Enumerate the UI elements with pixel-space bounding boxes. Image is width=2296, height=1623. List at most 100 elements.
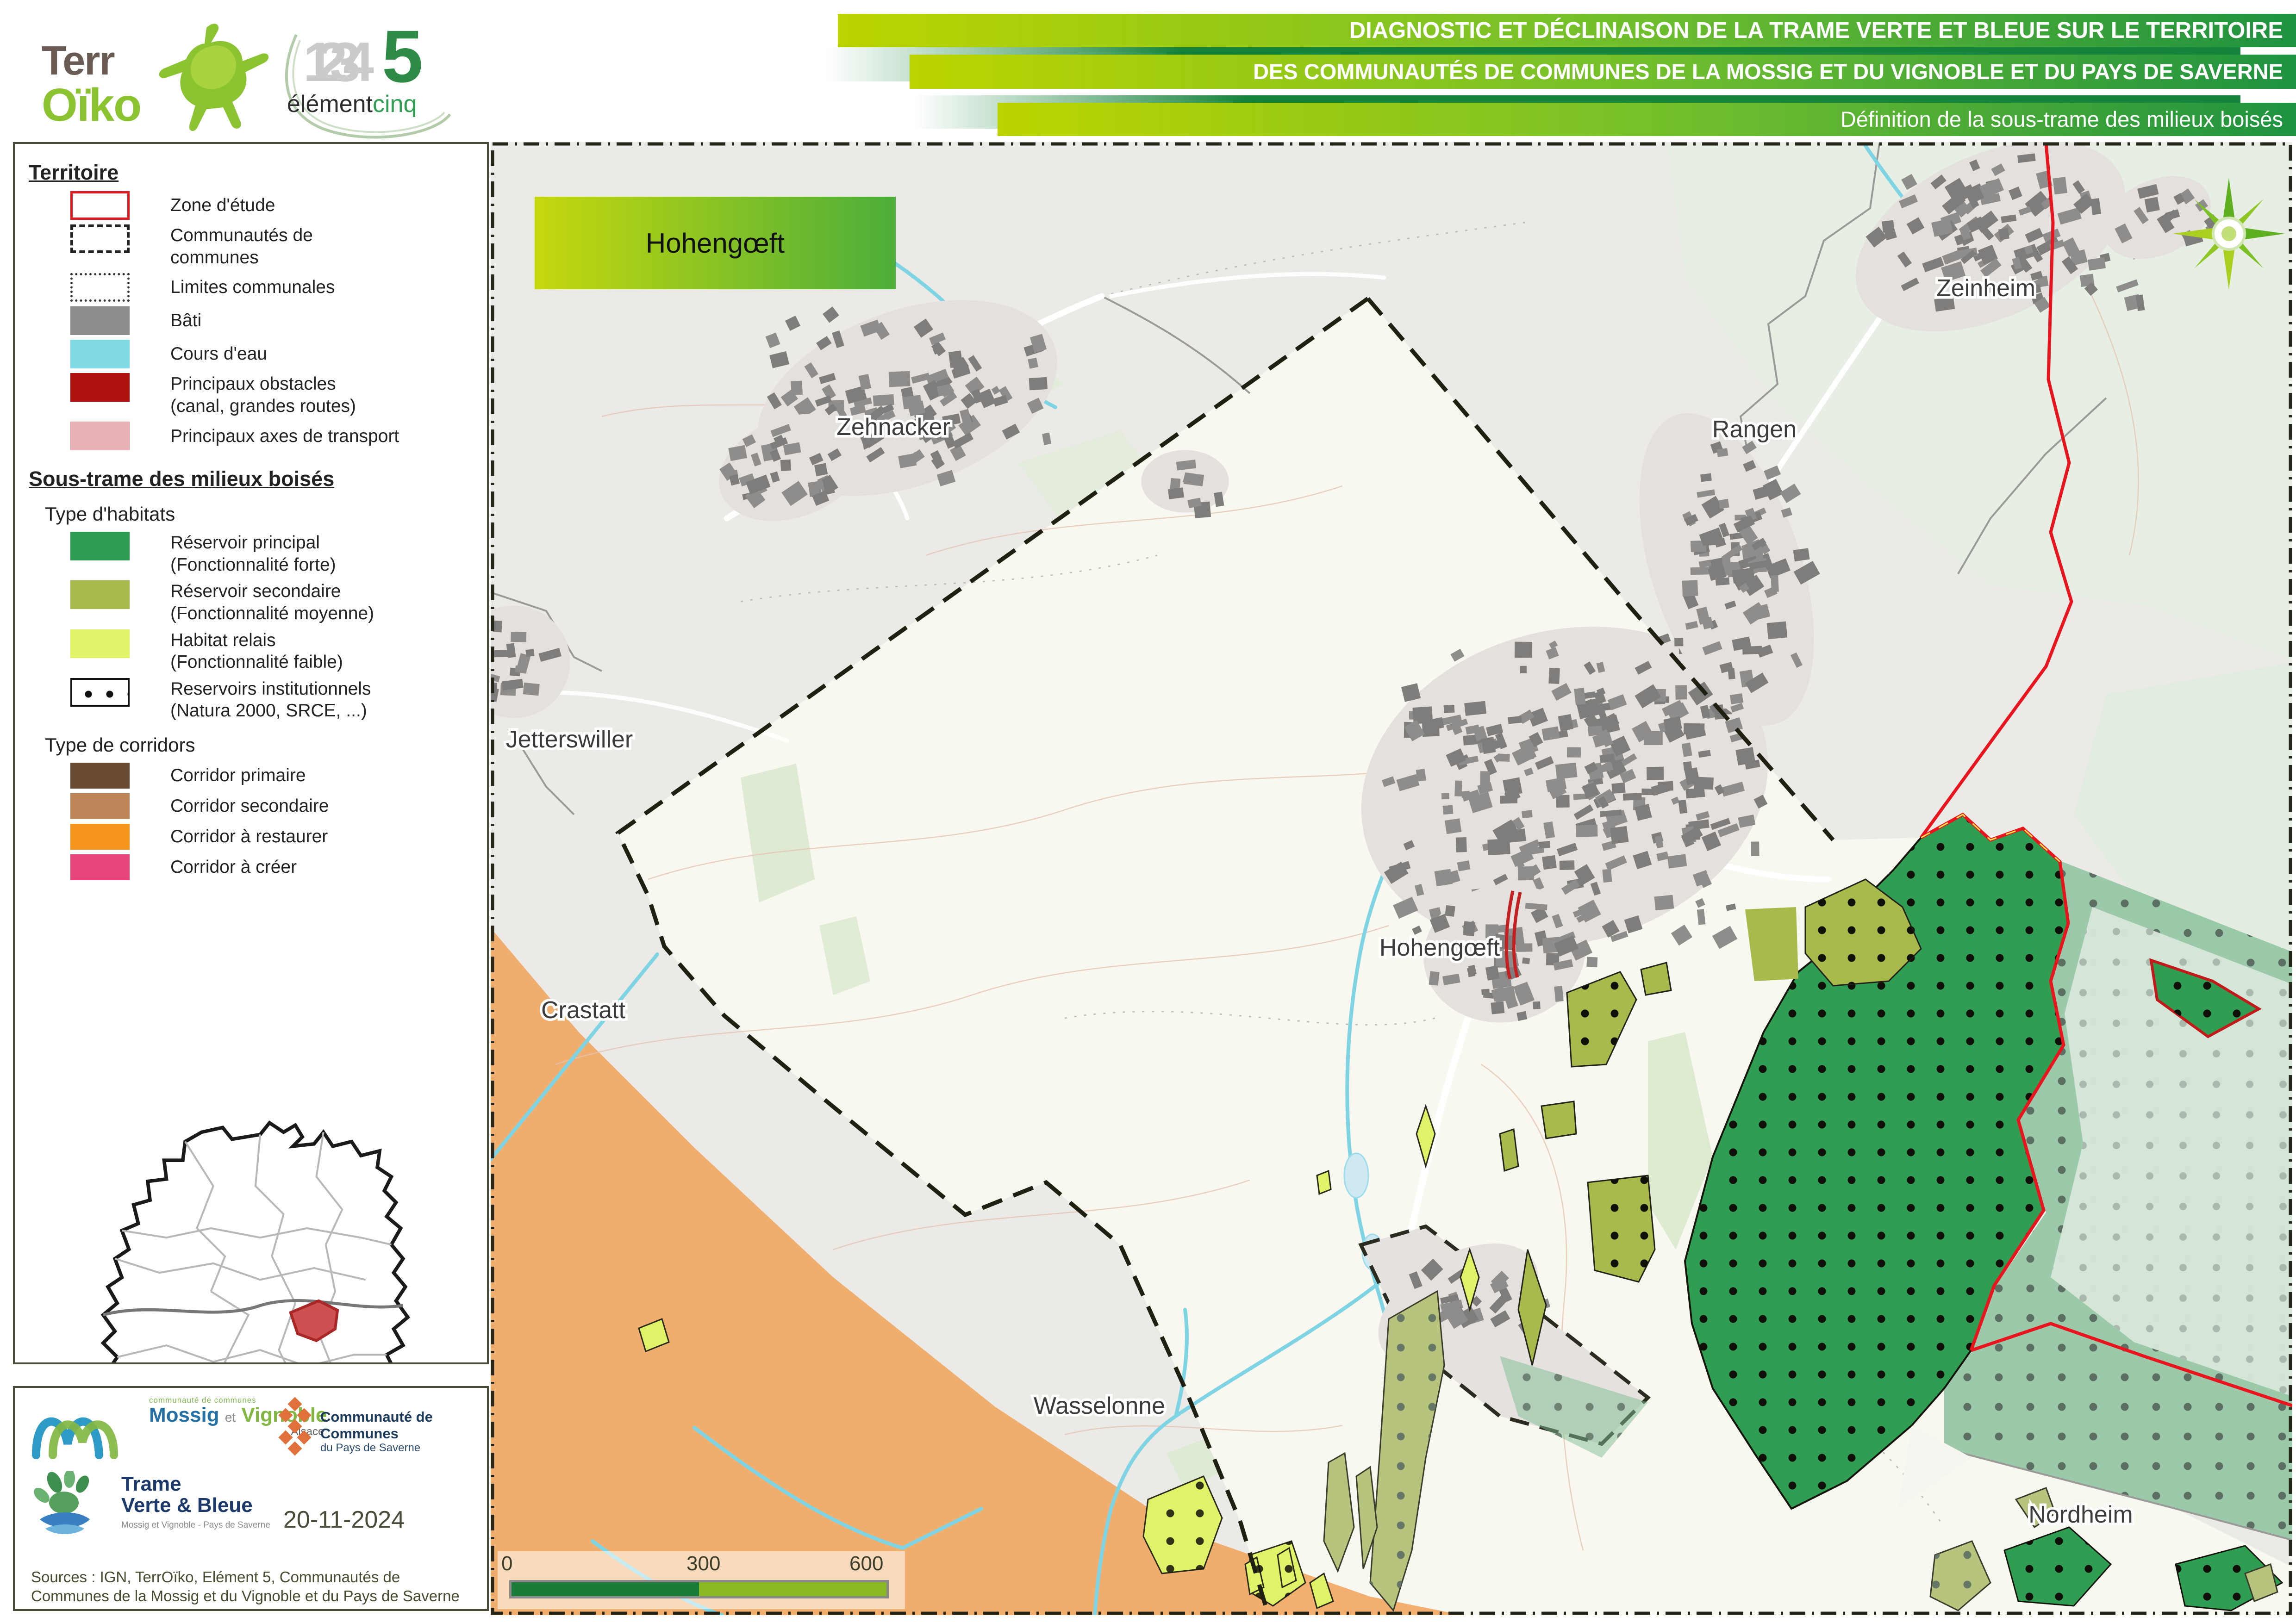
et-word: et — [225, 1410, 236, 1424]
legend-item-obstacles: Principaux obstacles(canal, grandes rout… — [70, 373, 487, 417]
bati-swatch — [70, 306, 130, 335]
terroiko-terr-text: Terr — [42, 37, 114, 84]
legend-item-corridor-restaurer: Corridor à restaurer — [70, 824, 487, 850]
title-banner-1: DIAGNOSTIC ET DÉCLINAISON DE LA TRAME VE… — [838, 14, 2296, 47]
element-cinq-swoosh-icon — [268, 25, 472, 146]
banner1-text: DIAGNOSTIC ET DÉCLINAISON DE LA TRAME VE… — [838, 14, 2296, 47]
legend-label2: (Fonctionnalité forte) — [170, 554, 336, 576]
legend-item-cours-eau: Cours d'eau — [70, 340, 487, 368]
corridor-creer-swatch — [70, 854, 130, 880]
legend-soustrame-title: Sous-trame des milieux boisés — [29, 467, 487, 491]
zone-etude-swatch — [70, 191, 130, 220]
limites-swatch — [70, 273, 130, 302]
legend-panel: Territoire Zone d'étude Communautés deco… — [13, 142, 489, 1364]
scale-300: 300 — [686, 1552, 720, 1575]
banner2-text: DES COMMUNAUTÉS DE COMMUNES DE LA MOSSIG… — [910, 55, 2296, 89]
banner3-text: Définition de la sous-trame des milieux … — [998, 103, 2296, 136]
title-banner-3: Définition de la sous-trame des milieux … — [998, 103, 2296, 136]
legend-item-corridor-primaire: Corridor primaire — [70, 763, 487, 789]
legend-item-reservoirs-institutionnels: Reservoirs institutionnels(Natura 2000, … — [70, 678, 487, 722]
legend-item-corridor-secondaire: Corridor secondaire — [70, 793, 487, 819]
element-word: élément — [287, 91, 373, 118]
label-zehnacker: Zehnacker — [836, 414, 950, 441]
frog-icon — [153, 19, 273, 134]
territory-outline — [103, 1123, 408, 1364]
label-rangen: Rangen — [1712, 416, 1797, 443]
label-hohengoeft: Hohengœft — [1379, 934, 1500, 961]
element-cinq-wordmark: élémentcinq — [287, 90, 417, 118]
legend-label: Principaux obstacles — [170, 373, 356, 395]
legend-label: Corridor secondaire — [170, 795, 329, 817]
label-zeinheim: Zeinheim — [1936, 275, 2035, 302]
tvb-line1: Trame — [121, 1474, 270, 1495]
terroiko-oiko-text: Oïko — [42, 79, 141, 132]
corridor-primaire-swatch — [70, 763, 130, 789]
legend-label: Zone d'étude — [170, 194, 275, 217]
legend-corridors-title: Type de corridors — [45, 734, 487, 756]
compass-rose-icon — [2171, 176, 2287, 292]
corridor-restaurer-swatch — [70, 824, 130, 850]
overview-inset-map — [84, 1116, 436, 1364]
scale-bar: 0 300 600 m — [498, 1551, 905, 1609]
tvb-subtitle: Mossig et Vignoble - Pays de Saverne — [121, 1521, 270, 1530]
sources-note: Sources : IGN, TerrOïko, Elément 5, Comm… — [31, 1567, 471, 1606]
legend-territoire-title: Territoire — [29, 161, 487, 185]
element-cinq-five: 5 — [382, 14, 423, 99]
tvb-line2: Verte & Bleue — [121, 1495, 270, 1516]
credits-panel: communauté de communes Mossig et Vignobl… — [13, 1386, 489, 1611]
mossig-vignoble-logo-icon — [29, 1399, 140, 1460]
trame-verte-bleue-logo-icon — [29, 1471, 112, 1541]
mossig-word: Mossig — [149, 1404, 219, 1426]
corridor-secondaire-swatch — [70, 793, 130, 819]
label-jetterswiller: Jetterswiller — [506, 726, 633, 753]
element-cinq-logo: 1234 5 élémentcinq — [278, 25, 472, 137]
label-wasselonne: Wasselonne — [1034, 1393, 1165, 1419]
legend-label: Corridor à restaurer — [170, 826, 328, 848]
reservoirs-institutionnels-swatch — [70, 678, 130, 707]
legend-item-habitat-relais: Habitat relais(Fonctionnalité faible) — [70, 629, 487, 673]
legend-label: Reservoirs institutionnels — [170, 678, 371, 700]
map-canvas: Zehnacker Zeinheim Rangen Jetterswiller … — [491, 142, 2292, 1615]
cinq-word: cinq — [373, 91, 417, 118]
legend-label2: communes — [170, 247, 313, 269]
legend-label: Réservoir principal — [170, 532, 336, 554]
scale-0: 0 — [501, 1552, 512, 1575]
obstacles-swatch — [70, 373, 130, 402]
legend-label: Communautés de — [170, 224, 313, 247]
legend-item-zone-etude: Zone d'étude — [70, 191, 487, 220]
communautes-swatch — [70, 224, 130, 253]
saverne-line1: Communauté de Communes — [320, 1409, 487, 1442]
legend-label: Corridor primaire — [170, 765, 306, 787]
trame-verte-bleue-logo-text: Trame Verte & Bleue Mossig et Vignoble -… — [121, 1474, 270, 1530]
legend-label: Bâti — [170, 310, 201, 332]
legend-item-limites: Limites communales — [70, 273, 487, 302]
legend-item-communautes: Communautés decommunes — [70, 224, 487, 268]
scale-bar-graphic — [509, 1580, 889, 1598]
element-cinq-digits: 1234 — [303, 30, 356, 94]
title-banner-2: DES COMMUNAUTÉS DE COMMUNES DE LA MOSSIG… — [910, 55, 2296, 89]
legend-item-axes: Principaux axes de transport — [70, 422, 487, 450]
habitat-relais-swatch — [70, 629, 130, 658]
legend-item-bati: Bâti — [70, 306, 487, 335]
legend-label: Réservoir secondaire — [170, 580, 374, 603]
terroiko-logo: Terr Oïko — [37, 19, 278, 134]
saverne-line2: du Pays de Saverne — [320, 1442, 487, 1455]
legend-label: Corridor à créer — [170, 856, 297, 878]
label-nordheim: Nordheim — [2028, 1501, 2133, 1528]
pays-de-saverne-logo-icon — [274, 1397, 316, 1457]
legend-item-corridor-creer: Corridor à créer — [70, 854, 487, 880]
map-date: 20-11-2024 — [283, 1506, 405, 1534]
legend-label2: (Natura 2000, SRCE, ...) — [170, 700, 371, 722]
legend-item-reservoir-principal: Réservoir principal(Fonctionnalité forte… — [70, 532, 487, 576]
legend-label: Principaux axes de transport — [170, 425, 399, 448]
legend-label2: (Fonctionnalité moyenne) — [170, 603, 374, 625]
axes-swatch — [70, 422, 130, 450]
pays-de-saverne-logo-text: Communauté de Communes du Pays de Savern… — [320, 1409, 487, 1455]
legend-item-reservoir-secondaire: Réservoir secondaire(Fonctionnalité moye… — [70, 580, 487, 624]
cours-eau-swatch — [70, 340, 130, 368]
reservoir-principal-swatch — [70, 532, 130, 560]
legend-label: Limites communales — [170, 276, 335, 298]
legend-label2: (Fonctionnalité faible) — [170, 651, 343, 673]
legend-label: Cours d'eau — [170, 343, 267, 365]
reservoir-secondaire-swatch — [70, 580, 130, 609]
